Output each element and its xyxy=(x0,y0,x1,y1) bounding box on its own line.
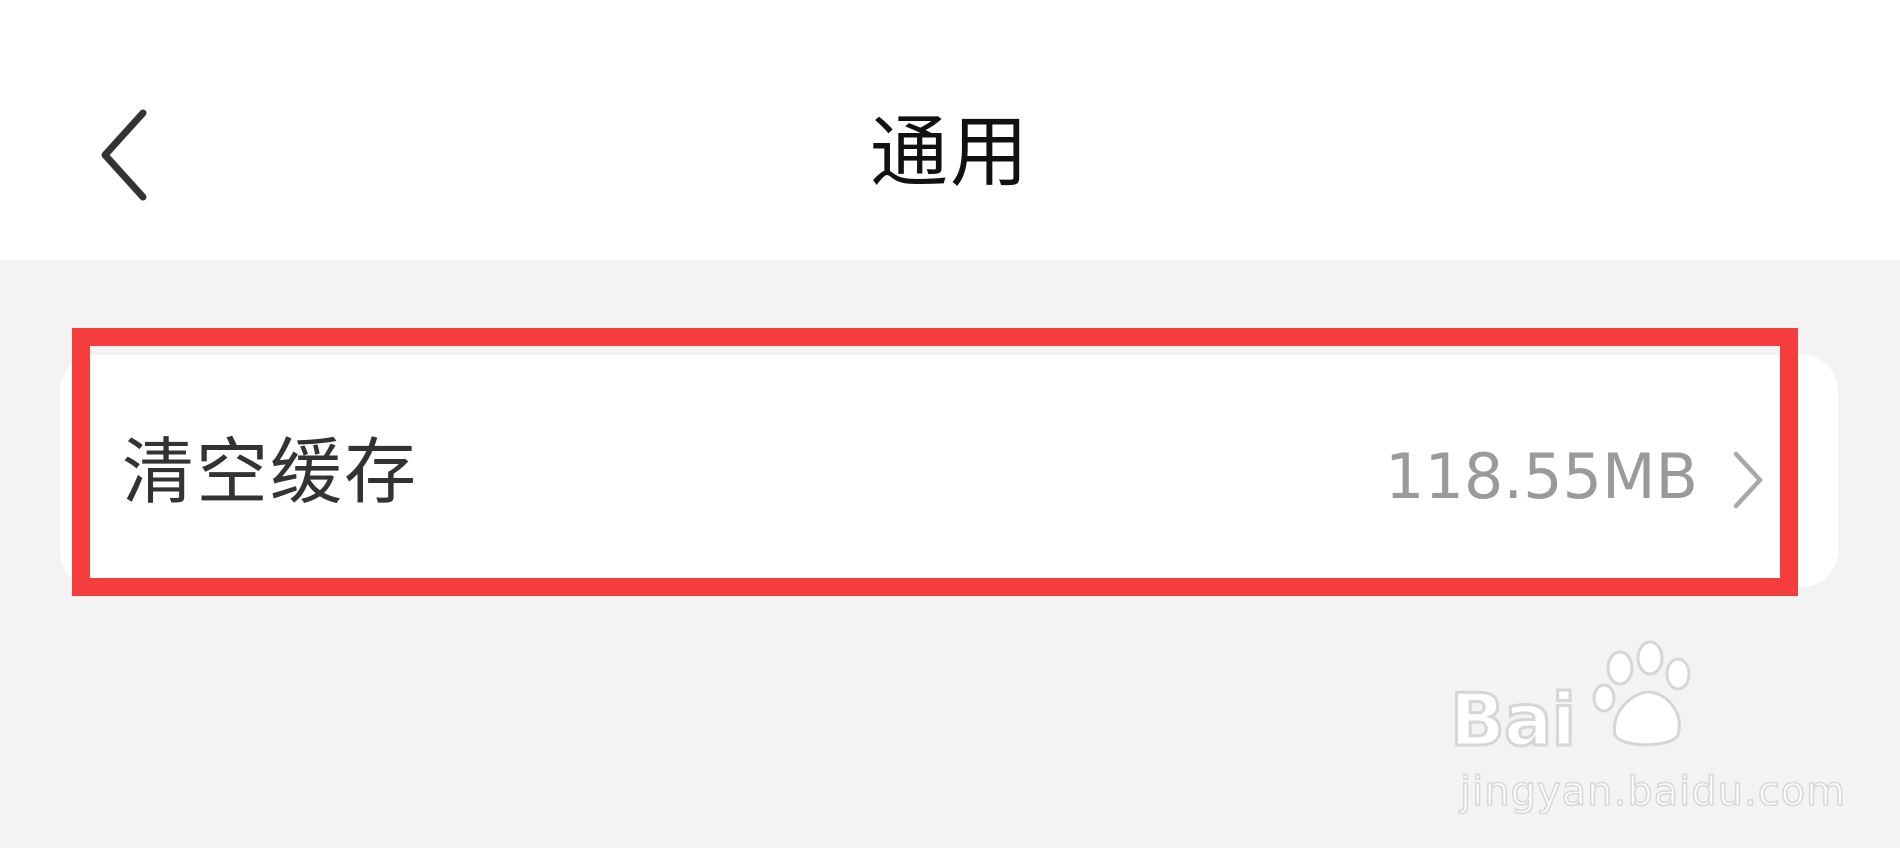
chevron-right-icon xyxy=(1733,451,1763,509)
page-title: 通用 xyxy=(869,108,1030,198)
watermark-logo-text: Bai xyxy=(1448,678,1577,762)
clear-cache-row[interactable]: 清空缓存 118.55MB xyxy=(60,355,1838,587)
clear-cache-label: 清空缓存 xyxy=(122,430,419,514)
watermark-url: jingyan.baidu.com xyxy=(1459,768,1847,816)
navigation-bar: 通用 xyxy=(0,0,1900,260)
paw-icon xyxy=(1592,640,1691,747)
baidu-jingyan-watermark: Bai jingyan.baidu.com xyxy=(1448,640,1870,830)
cache-size-value: 118.55MB xyxy=(1385,440,1698,513)
